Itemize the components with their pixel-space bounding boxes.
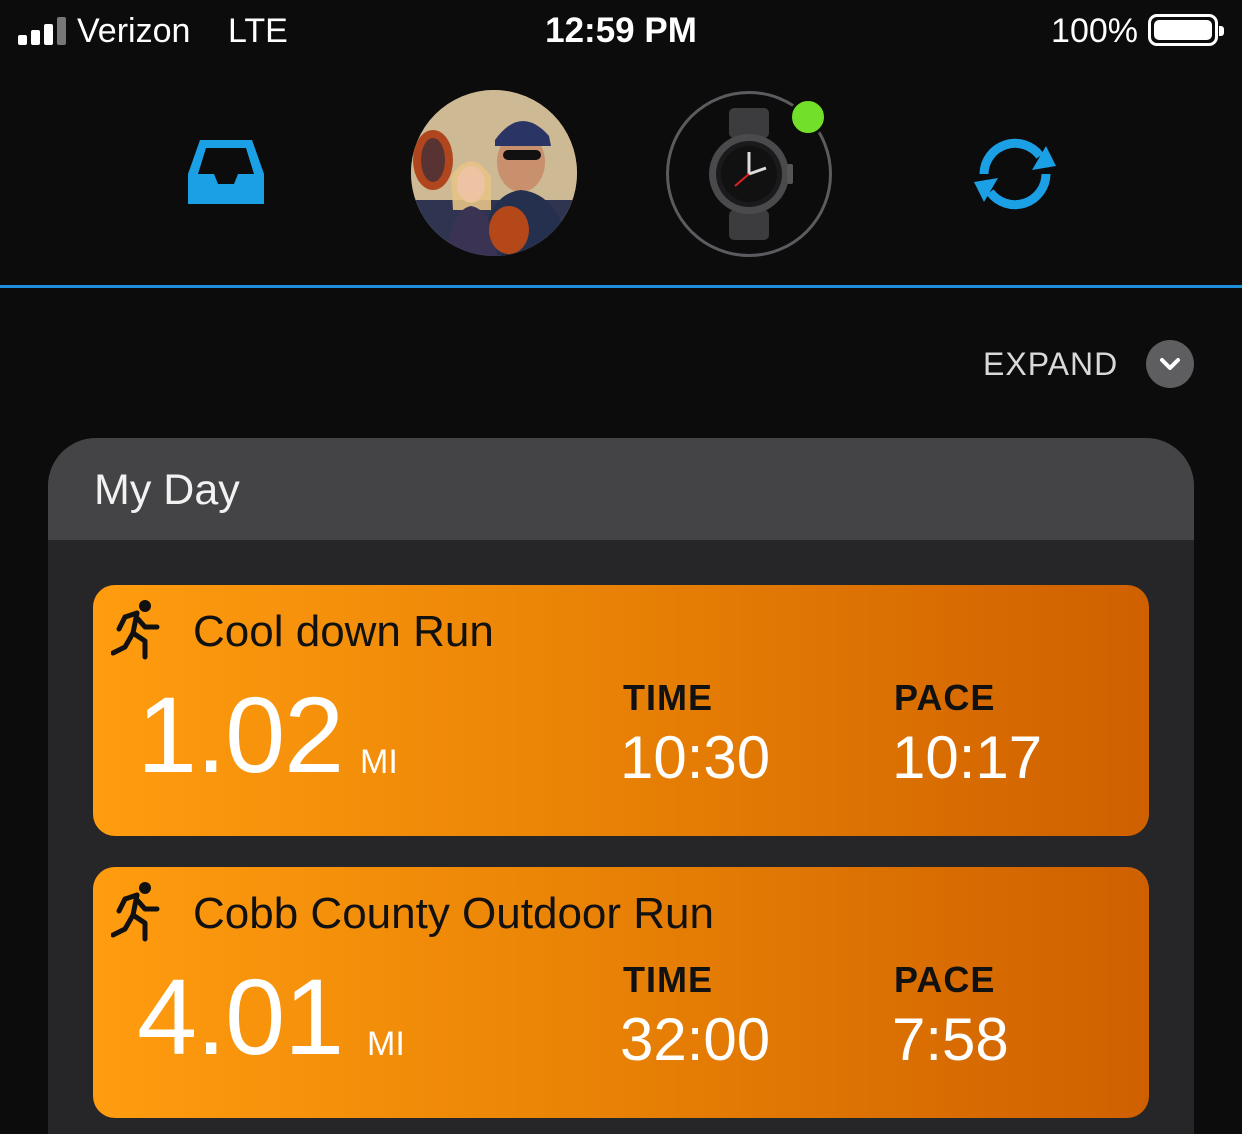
battery-icon — [1148, 14, 1224, 46]
app-header — [0, 66, 1242, 286]
profile-photo — [411, 90, 577, 256]
expand-button[interactable] — [1146, 340, 1194, 388]
status-bar: Verizon LTE 12:59 PM 100% — [0, 0, 1242, 66]
pace-value: 10:17 — [892, 724, 1043, 791]
pace-label: PACE — [894, 959, 996, 1000]
header-divider — [0, 285, 1242, 288]
battery-percent: 100% — [1051, 12, 1138, 50]
device-connected-indicator — [789, 98, 827, 136]
watch-device[interactable] — [666, 91, 832, 257]
my-day-card: My Day Cool down Run 1.02 MI TIME 10:30 … — [48, 438, 1194, 1134]
time-value: 32:00 — [620, 1006, 771, 1073]
sync-icon[interactable] — [970, 136, 1060, 212]
inbox-icon[interactable] — [186, 138, 266, 206]
activity-distance: 4.01 — [137, 956, 344, 1077]
activity-name: Cobb County Outdoor Run — [193, 889, 714, 938]
screen: Verizon LTE 12:59 PM 100% EXPAND My Day … — [0, 0, 1242, 1134]
distance-unit: MI — [360, 743, 398, 781]
my-day-header: My Day — [48, 438, 1194, 540]
activity-card[interactable]: Cobb County Outdoor Run 4.01 MI TIME 32:… — [93, 867, 1149, 1118]
activity-name: Cool down Run — [193, 607, 494, 656]
running-icon — [111, 600, 160, 660]
time-label: TIME — [623, 959, 713, 1000]
time-value: 10:30 — [620, 724, 771, 791]
profile-avatar[interactable] — [411, 90, 577, 256]
running-icon — [111, 882, 160, 942]
activity-card[interactable]: Cool down Run 1.02 MI TIME 10:30 PACE 10… — [93, 585, 1149, 836]
expand-label[interactable]: EXPAND — [983, 346, 1118, 383]
activity-distance: 1.02 — [137, 674, 344, 795]
chevron-down-icon — [1160, 358, 1180, 370]
my-day-title: My Day — [94, 466, 240, 514]
time-label: TIME — [623, 677, 713, 718]
pace-value: 7:58 — [892, 1006, 1009, 1073]
pace-label: PACE — [894, 677, 996, 718]
distance-unit: MI — [367, 1025, 405, 1063]
